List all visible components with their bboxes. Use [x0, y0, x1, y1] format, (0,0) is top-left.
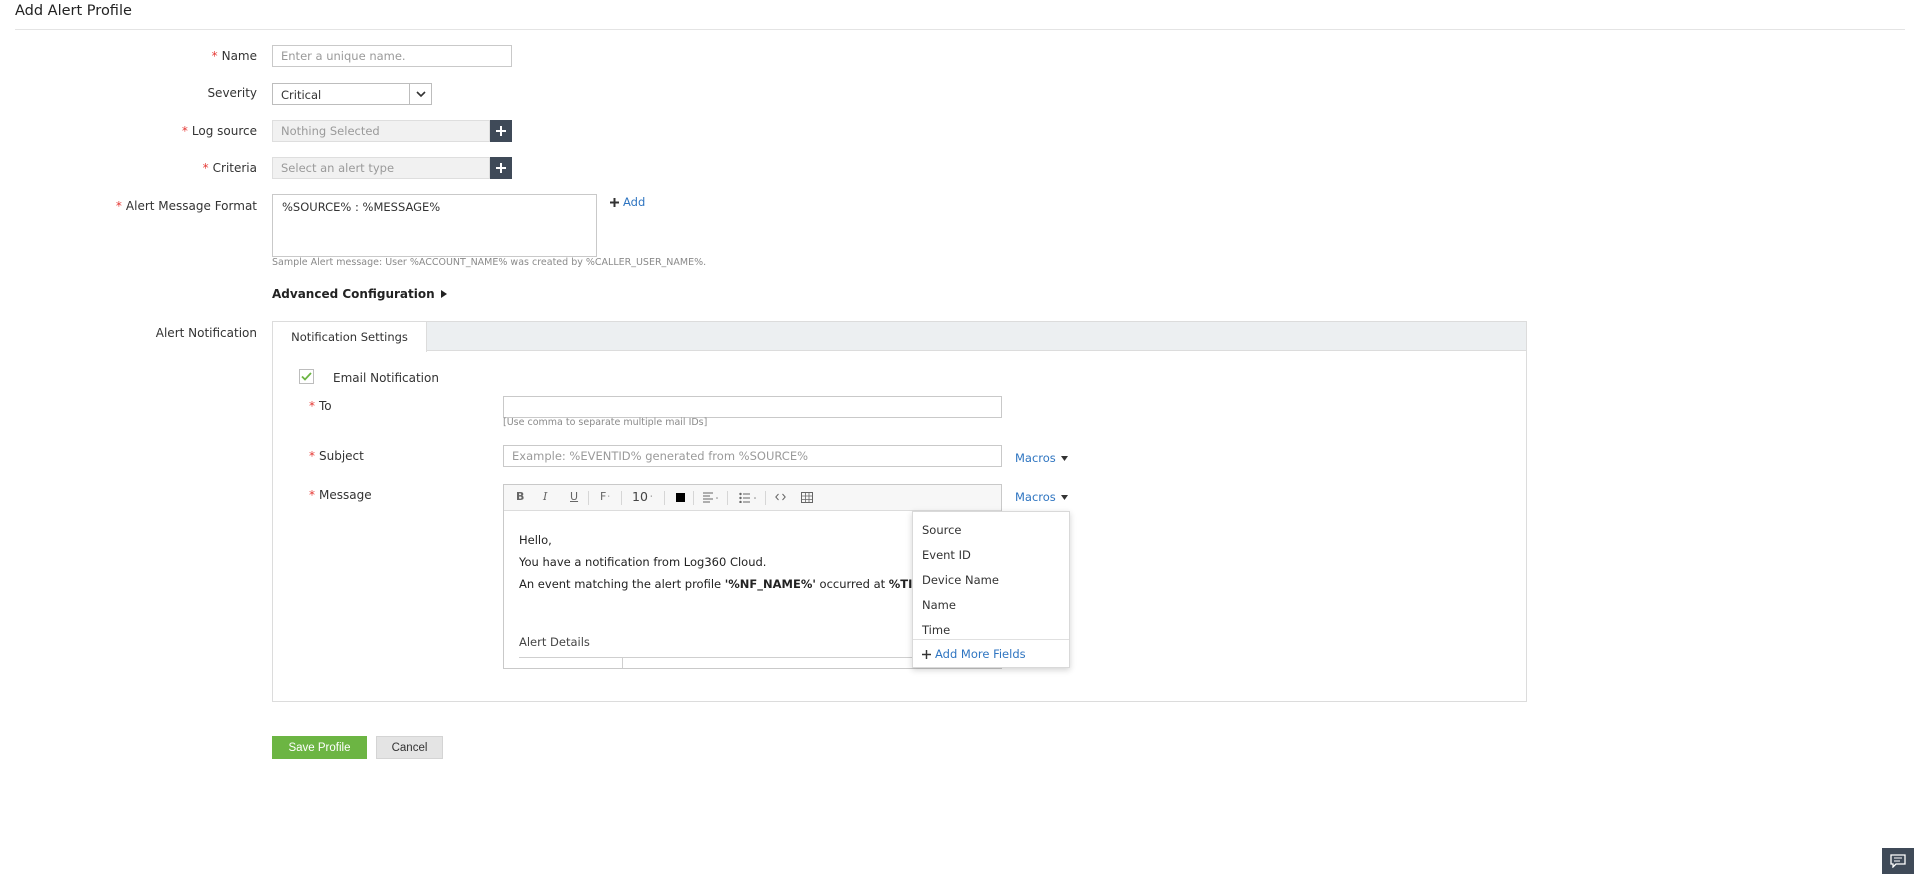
- caret-down-icon: [1060, 494, 1068, 500]
- macro-item-device-name[interactable]: Device Name: [922, 573, 999, 587]
- criteria-label: * Criteria: [202, 161, 257, 175]
- toolbar-separator: [765, 491, 766, 505]
- toolbar-separator: [693, 491, 694, 505]
- severity-select[interactable]: Critical: [272, 83, 432, 105]
- message-macros-dropdown[interactable]: Macros: [1015, 490, 1068, 504]
- code-icon[interactable]: [775, 492, 786, 502]
- message-label: * Message: [309, 488, 372, 502]
- toolbar-separator: [727, 491, 728, 505]
- to-label: * To: [309, 399, 332, 413]
- advanced-configuration-toggle[interactable]: Advanced Configuration: [272, 287, 447, 301]
- font-size-select[interactable]: 10 ⋅: [632, 489, 652, 504]
- chat-icon: [1890, 854, 1906, 868]
- alert-notification-label: Alert Notification: [155, 326, 257, 340]
- toolbar-separator: [621, 491, 622, 505]
- email-notification-label: Email Notification: [333, 371, 439, 385]
- alert-details-heading: Alert Details: [519, 635, 590, 649]
- list-icon[interactable]: [739, 492, 757, 503]
- name-input[interactable]: [272, 45, 512, 67]
- required-marker: *: [202, 161, 209, 175]
- italic-icon[interactable]: I: [543, 490, 547, 503]
- font-family-icon[interactable]: F ⋅: [600, 490, 610, 503]
- save-profile-button[interactable]: Save Profile: [272, 736, 367, 759]
- editor-toolbar: B I U F ⋅ 10 ⋅: [504, 485, 1001, 511]
- plus-icon: [610, 197, 619, 207]
- title-divider: [15, 29, 1905, 30]
- cancel-button[interactable]: Cancel: [376, 736, 443, 759]
- tab-notification-settings[interactable]: Notification Settings: [273, 322, 427, 352]
- add-criteria-button[interactable]: [490, 157, 512, 179]
- chat-button[interactable]: [1882, 848, 1914, 874]
- bold-icon[interactable]: B: [516, 490, 524, 503]
- underline-icon[interactable]: U: [570, 490, 578, 503]
- required-marker: *: [115, 199, 122, 213]
- required-marker: *: [211, 49, 218, 63]
- add-log-source-button[interactable]: [490, 120, 512, 142]
- page-title: Add Alert Profile: [15, 3, 132, 19]
- required-marker: *: [309, 449, 315, 463]
- plus-icon: [496, 163, 506, 173]
- table-icon[interactable]: [801, 492, 813, 503]
- checkmark-icon: [301, 372, 312, 381]
- email-notification-checkbox[interactable]: [299, 369, 314, 384]
- subject-label: * Subject: [309, 449, 364, 463]
- macro-item-name[interactable]: Name: [922, 598, 956, 612]
- required-marker: *: [309, 488, 315, 502]
- toolbar-separator: [588, 491, 589, 505]
- toolbar-separator: [664, 491, 665, 505]
- message-format-label: * Alert Message Format: [115, 199, 257, 213]
- log-source-field[interactable]: Nothing Selected: [272, 120, 490, 142]
- caret-down-icon: [1060, 455, 1068, 461]
- required-marker: *: [309, 399, 315, 413]
- align-icon[interactable]: [703, 492, 719, 503]
- required-marker: *: [181, 124, 188, 138]
- macro-item-source[interactable]: Source: [922, 523, 962, 537]
- add-more-fields-link[interactable]: Add More Fields: [913, 639, 1069, 668]
- plus-icon: [496, 126, 506, 136]
- font-color-icon[interactable]: [676, 493, 685, 502]
- severity-value: Critical: [281, 88, 322, 102]
- log-source-label: * Log source: [181, 124, 257, 138]
- subject-macros-dropdown[interactable]: Macros: [1015, 451, 1068, 465]
- to-hint: [Use comma to separate multiple mail IDs…: [503, 417, 708, 428]
- macro-item-event-id[interactable]: Event ID: [922, 548, 971, 562]
- name-label: * Name: [211, 49, 257, 63]
- chevron-down-icon[interactable]: [409, 84, 431, 104]
- to-input[interactable]: [503, 396, 1002, 418]
- subject-input[interactable]: [503, 445, 1002, 467]
- criteria-field[interactable]: Select an alert type: [272, 157, 490, 179]
- severity-label: Severity: [207, 86, 257, 100]
- sample-message-text: Sample Alert message: User %ACCOUNT_NAME…: [272, 257, 707, 268]
- macros-dropdown-menu: Source Event ID Device Name Name Time Ad…: [912, 511, 1070, 668]
- caret-right-icon: [440, 290, 447, 298]
- editor-content[interactable]: Hello, You have a notification from Log3…: [519, 529, 912, 595]
- tab-strip: [273, 322, 1526, 351]
- add-format-link[interactable]: Add: [610, 195, 645, 209]
- notification-panel: Notification Settings Email Notification…: [272, 321, 1527, 702]
- message-format-textarea[interactable]: %SOURCE% : %MESSAGE%: [272, 194, 597, 257]
- plus-icon: [922, 649, 931, 659]
- macro-item-time[interactable]: Time: [922, 623, 950, 637]
